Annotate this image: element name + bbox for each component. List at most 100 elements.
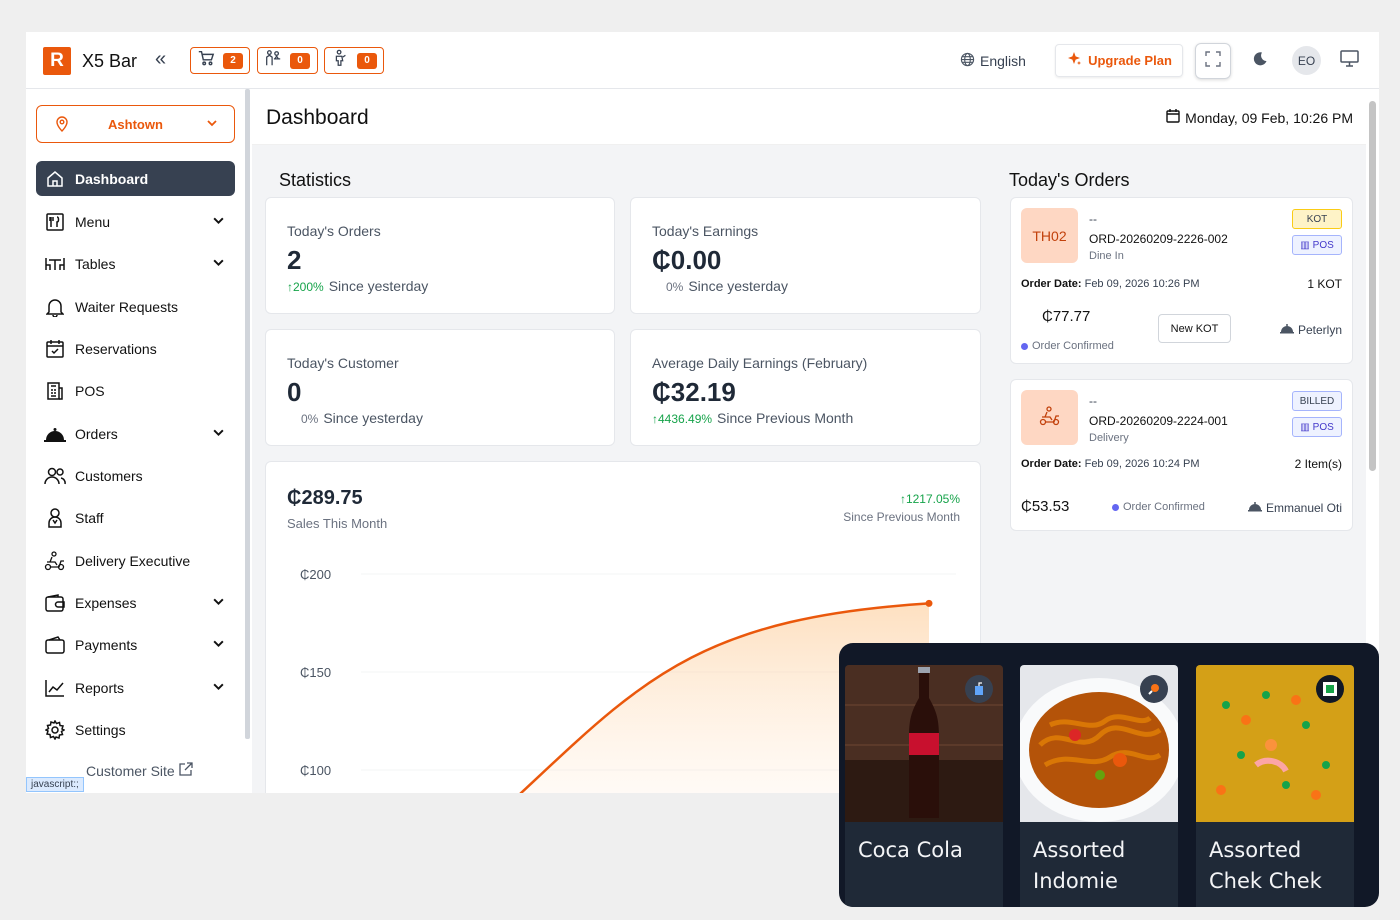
sidebar-item-label: Waiter Requests: [75, 298, 178, 315]
table-icon: [44, 253, 66, 275]
top-bar: R X5 Bar « 2 0 0 English Upgrade Plan EO: [26, 32, 1379, 89]
home-icon: [44, 168, 66, 190]
veg-icon: [1316, 675, 1344, 703]
staff-icon: [331, 49, 349, 72]
stat-change: 0% Since yesterday: [287, 410, 423, 426]
sidebar: Ashtown Dashboard Menu Tables Waiter Req…: [26, 89, 250, 793]
brand-logo[interactable]: R: [43, 47, 71, 75]
sidebar-item-staff[interactable]: Staff: [36, 500, 235, 535]
sidebar-item-label: Staff: [75, 509, 104, 526]
stat-change: ↑200% Since yesterday: [287, 278, 428, 294]
stat-percent: 0%: [666, 280, 684, 294]
order-amount: ₵77.77: [1042, 308, 1091, 325]
fullscreen-button[interactable]: [1195, 43, 1231, 79]
stat-percent: 0%: [301, 412, 319, 426]
chevron-down-icon: [212, 256, 225, 272]
customer-display-button[interactable]: [1331, 43, 1367, 79]
order-customer: --: [1089, 212, 1097, 226]
dark-mode-toggle[interactable]: [1242, 43, 1278, 79]
chart-ytick-label: ₵200: [300, 567, 331, 582]
sidebar-scrollbar[interactable]: [245, 89, 250, 739]
stat-percent: ↑4436.49%: [652, 412, 713, 426]
wallet-icon: [44, 592, 66, 614]
chevron-down-icon: [212, 426, 225, 442]
new-kot-button[interactable]: New KOT: [1158, 314, 1231, 343]
cart-orders-button[interactable]: 2: [190, 47, 250, 74]
restaurant-name: X5 Bar: [82, 51, 138, 71]
sidebar-item-expenses[interactable]: Expenses: [36, 585, 235, 620]
sidebar-item-label: Expenses: [75, 594, 137, 611]
chevron-down-icon: [212, 595, 225, 611]
order-id: ORD-20260209-2226-002: [1089, 232, 1228, 246]
stat-since: Since yesterday: [328, 278, 429, 294]
sidebar-item-dashboard[interactable]: Dashboard: [36, 161, 235, 196]
menu-item-name: Assorted Indomie: [1033, 838, 1126, 893]
scrollbar-thumb[interactable]: [1369, 101, 1376, 471]
pos-tag: ▥ POS: [1292, 235, 1342, 255]
sidebar-item-label: Orders: [75, 425, 118, 442]
customer-site-link[interactable]: Customer Site: [86, 762, 193, 779]
order-items-count: 1 KOT: [1307, 277, 1342, 291]
location-label: Ashtown: [108, 116, 163, 132]
page-header: Dashboard Monday, 09 Feb, 10:26 PM: [252, 89, 1367, 145]
chart-data-point[interactable]: [925, 599, 933, 607]
menu-items-overlay: Coca Cola Assorted Indomie Assorted Chek C…: [839, 643, 1379, 907]
order-card[interactable]: TH02 -- ORD-20260209-2226-002 Dine In KO…: [1010, 197, 1353, 364]
status-dot: [1021, 342, 1028, 350]
external-link-icon: [179, 762, 193, 779]
sidebar-item-pos[interactable]: POS: [36, 373, 235, 408]
stat-percent: ↑200%: [287, 280, 324, 294]
order-card[interactable]: -- ORD-20260209-2224-001 Delivery BILLED…: [1010, 379, 1353, 531]
current-datetime: Monday, 09 Feb, 10:26 PM: [1166, 109, 1353, 126]
drink-icon: [965, 675, 993, 703]
stat-card-today-earnings: Today's Earnings ₵0.00 0% Since yesterda…: [630, 197, 981, 314]
sidebar-item-menu[interactable]: Menu: [36, 204, 235, 239]
datetime-label: Monday, 09 Feb, 10:26 PM: [1185, 109, 1353, 126]
order-date: Order Date: Feb 09, 2026 10:26 PM: [1021, 278, 1200, 290]
cart-count-badge: 2: [223, 52, 243, 69]
order-type: Dine In: [1089, 250, 1124, 262]
location-select[interactable]: Ashtown: [36, 105, 235, 143]
stat-label: Today's Orders: [287, 223, 381, 239]
menu-item-card[interactable]: Assorted Indomie: [1020, 665, 1178, 907]
sidebar-item-orders[interactable]: Orders: [36, 416, 235, 451]
order-status: Order Confirmed: [1021, 340, 1114, 352]
chart-line-icon: [44, 677, 66, 699]
staff-count-badge: 0: [357, 52, 377, 69]
stat-card-today-customer: Today's Customer 0 0% Since yesterday: [265, 329, 615, 446]
staff-calls-button[interactable]: 0: [324, 47, 384, 74]
language-selector[interactable]: English: [960, 52, 1026, 70]
chevron-down-icon: [206, 117, 218, 132]
waiter-icon: [1247, 500, 1262, 515]
status-dot: [1112, 503, 1119, 511]
sidebar-item-label: Settings: [75, 721, 126, 738]
stat-value: ₵32.19: [652, 377, 736, 407]
sparkle-icon: [1066, 51, 1082, 70]
menu-item-card[interactable]: Assorted Chek Chek: [1196, 665, 1354, 907]
map-pin-icon: [55, 116, 69, 135]
table-badge: TH02: [1021, 208, 1078, 263]
calendar-icon: [1166, 109, 1180, 126]
sidebar-item-waiter-requests[interactable]: Waiter Requests: [36, 289, 235, 324]
stat-label: Today's Customer: [287, 355, 399, 371]
menu-item-card[interactable]: Coca Cola: [845, 665, 1003, 907]
sidebar-item-customers[interactable]: Customers: [36, 458, 235, 493]
sidebar-item-settings[interactable]: Settings: [36, 712, 235, 747]
waiter-count-badge: 0: [290, 52, 310, 69]
waiter-requests-button[interactable]: 0: [257, 47, 318, 74]
sidebar-item-tables[interactable]: Tables: [36, 246, 235, 281]
sidebar-item-payments[interactable]: Payments: [36, 627, 235, 662]
scooter-icon: [44, 550, 66, 572]
collapse-sidebar-icon[interactable]: «: [155, 49, 166, 69]
stat-card-avg-daily-earnings: Average Daily Earnings (February) ₵32.19…: [630, 329, 981, 446]
gear-icon: [44, 719, 66, 741]
sidebar-item-delivery-executive[interactable]: Delivery Executive: [36, 543, 235, 578]
user-avatar[interactable]: EO: [1292, 46, 1321, 75]
sidebar-item-reports[interactable]: Reports: [36, 670, 235, 705]
sidebar-item-reservations[interactable]: Reservations: [36, 331, 235, 366]
upgrade-plan-button[interactable]: Upgrade Plan: [1055, 44, 1183, 77]
order-waiter: Emmanuel Oti: [1247, 500, 1342, 515]
statistics-title: Statistics: [279, 170, 352, 190]
cart-icon: [197, 49, 215, 72]
menu-item-name: Coca Cola: [858, 838, 963, 862]
